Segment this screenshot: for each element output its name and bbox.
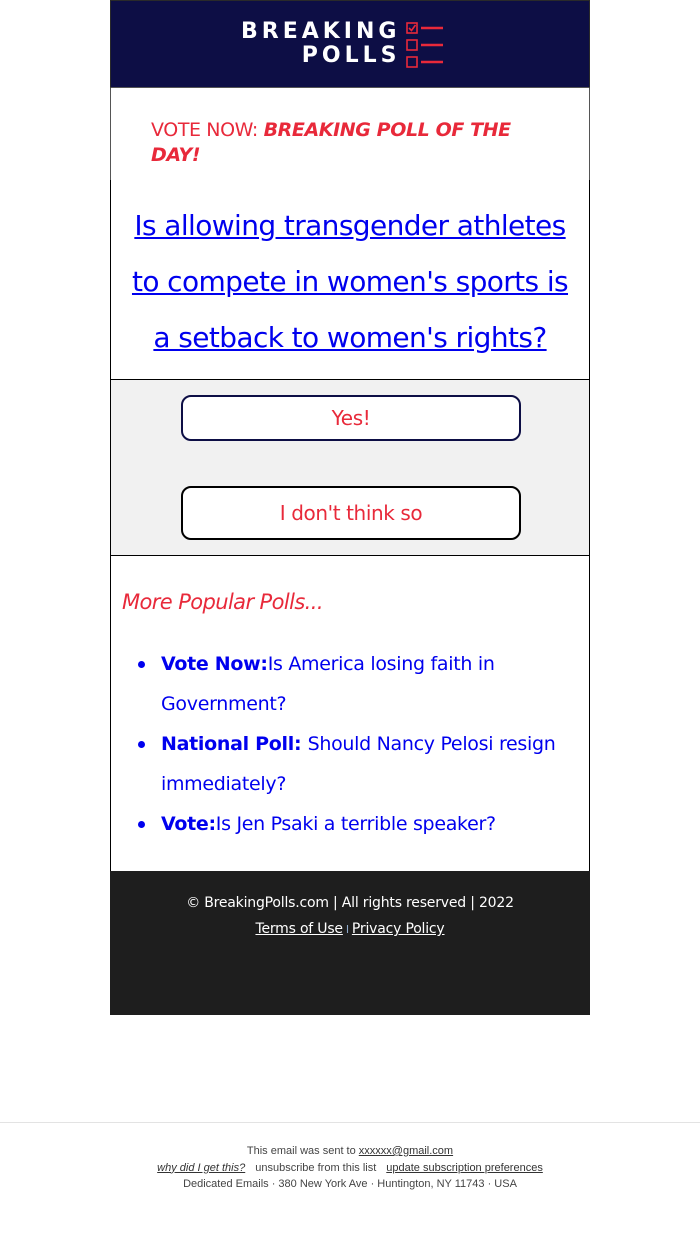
site-footer: © BreakingPolls.com | All rights reserve… — [110, 871, 590, 1015]
answers-section: Yes! I don't think so — [110, 380, 590, 556]
breaking-polls-logo[interactable]: BREAKING POLLS — [241, 20, 446, 72]
vote-now-prefix: VOTE NOW: — [151, 119, 264, 141]
recipient-email-link[interactable]: xxxxxx@gmail.com — [359, 1145, 453, 1157]
poll-item-text: Is Jen Psaki a terrible speaker? — [215, 813, 496, 835]
email-footer: This email was sent to xxxxxx@gmail.com … — [0, 1143, 700, 1193]
more-polls-section: More Popular Polls... Vote Now:Is Americ… — [110, 556, 590, 871]
no-button[interactable]: I don't think so — [181, 486, 521, 540]
subscription-links: why did I get this? unsubscribe from this… — [0, 1160, 700, 1177]
logo-text: BREAKING POLLS — [241, 20, 400, 68]
more-polls-title: More Popular Polls... — [122, 590, 324, 614]
poll-item-prefix: Vote Now: — [161, 653, 268, 675]
unsubscribe-link[interactable]: unsubscribe from this list — [255, 1162, 376, 1174]
terms-of-use-link[interactable]: Terms of Use — [255, 921, 343, 937]
more-poll-item[interactable]: Vote:Is Jen Psaki a terrible speaker? — [138, 804, 561, 844]
checklist-icon — [406, 22, 446, 72]
more-poll-item[interactable]: Vote Now:Is America losing faith in Gove… — [138, 644, 561, 724]
header-banner: BREAKING POLLS — [110, 0, 590, 88]
vote-now-section: VOTE NOW: BREAKING POLL OF THE DAY! — [110, 88, 590, 180]
poll-question-link[interactable]: Is allowing transgender athletes to comp… — [120, 198, 580, 366]
sent-to-prefix: This email was sent to — [246, 1145, 359, 1157]
more-poll-item[interactable]: National Poll: Should Nancy Pelosi resig… — [138, 724, 561, 804]
legal-links: Terms of Use I Privacy Policy — [110, 921, 590, 937]
copyright-text: © BreakingPolls.com | All rights reserve… — [186, 895, 514, 911]
email-body: BREAKING POLLS VOTE NOW: BREAKING POLL O… — [110, 0, 590, 1015]
yes-button[interactable]: Yes! — [181, 395, 521, 441]
update-preferences-link[interactable]: update subscription preferences — [386, 1162, 543, 1174]
poll-question-section: Is allowing transgender athletes to comp… — [110, 180, 590, 380]
more-polls-list: Vote Now:Is America losing faith in Gove… — [138, 644, 561, 844]
logo-line-2: POLLS — [301, 43, 401, 68]
vote-now-heading: VOTE NOW: BREAKING POLL OF THE DAY! — [151, 118, 531, 168]
privacy-policy-link[interactable]: Privacy Policy — [352, 921, 445, 937]
email-footer-divider — [0, 1122, 700, 1123]
poll-item-prefix: National Poll: — [161, 733, 308, 755]
why-did-i-get-this-link[interactable]: why did I get this? — [157, 1162, 245, 1174]
sender-address: Dedicated Emails · 380 New York Ave · Hu… — [183, 1178, 517, 1190]
logo-line-1: BREAKING — [241, 19, 401, 44]
link-separator: I — [345, 923, 349, 936]
sent-to-line: This email was sent to xxxxxx@gmail.com — [0, 1143, 700, 1160]
poll-item-prefix: Vote: — [161, 813, 216, 835]
